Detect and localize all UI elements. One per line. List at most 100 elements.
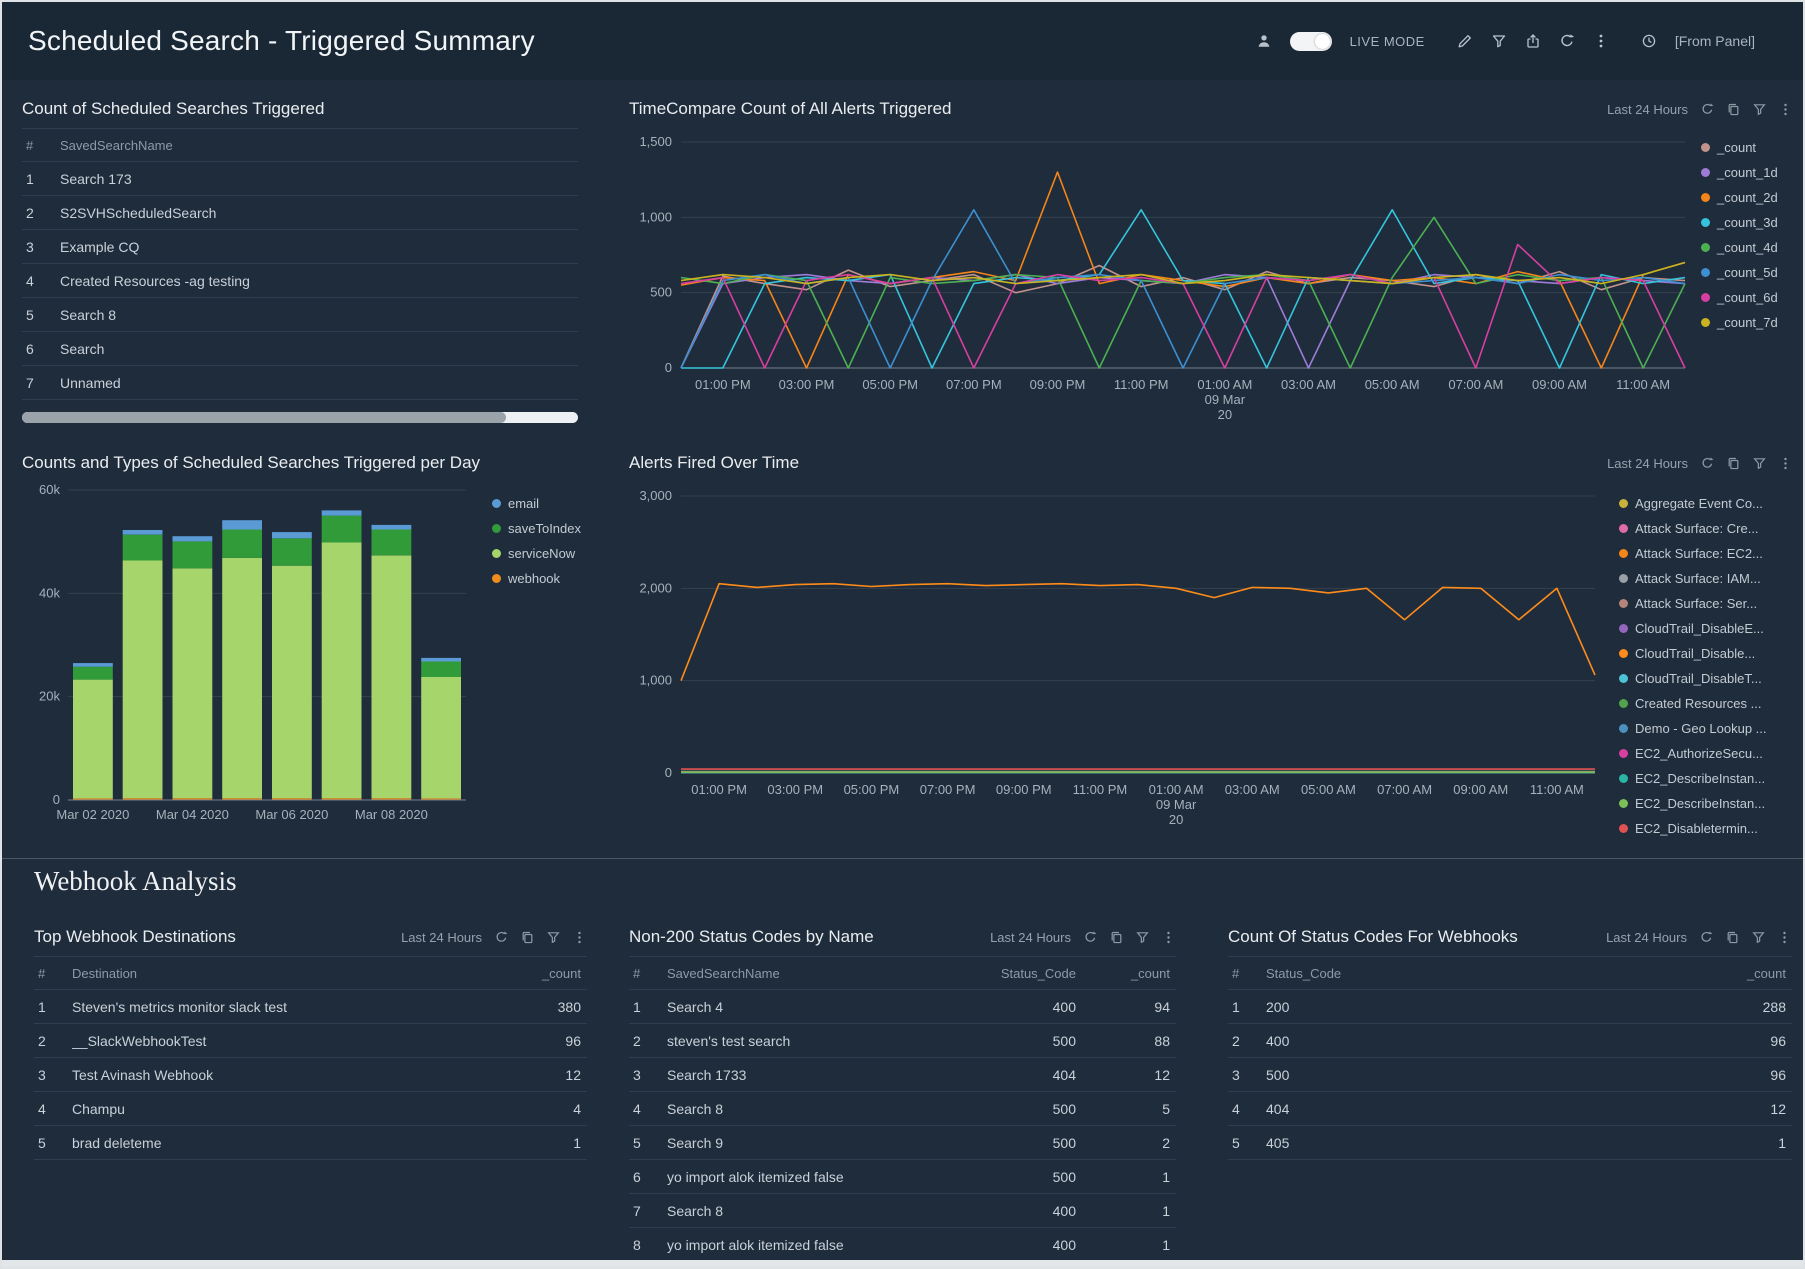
legend-item[interactable]: CloudTrail_DisableE... <box>1619 621 1787 636</box>
table-row[interactable]: 5brad deleteme1 <box>34 1126 587 1160</box>
refresh-icon[interactable] <box>1700 456 1715 471</box>
table-row[interactable]: 7Unnamed <box>22 366 578 400</box>
legend-item[interactable]: CloudTrail_DisableT... <box>1619 671 1787 686</box>
table-row[interactable]: 350096 <box>1228 1058 1792 1092</box>
legend-item[interactable]: Attack Surface: IAM... <box>1619 571 1787 586</box>
table-row[interactable]: 8yo import alok itemized false4001 <box>629 1228 1176 1262</box>
legend-item[interactable]: _count_6d <box>1701 290 1793 305</box>
table-cell: 288 <box>1698 999 1788 1015</box>
legend-item[interactable]: Aggregate Event Co... <box>1619 496 1787 511</box>
legend-item[interactable]: _count <box>1701 140 1793 155</box>
scrollbar-thumb[interactable] <box>22 412 506 423</box>
table-row[interactable]: 3Test Avinash Webhook12 <box>34 1058 587 1092</box>
legend-item[interactable]: saveToIndex <box>492 521 581 536</box>
table-row[interactable]: 240096 <box>1228 1024 1792 1058</box>
legend-swatch <box>1619 649 1628 658</box>
refresh-icon[interactable] <box>1083 930 1098 945</box>
funnel-icon[interactable] <box>1752 456 1767 471</box>
table-row[interactable]: 5Search 8 <box>22 298 578 332</box>
legend-item[interactable]: CloudTrail_Disable... <box>1619 646 1787 661</box>
table-cell: yo import alok itemized false <box>667 1169 964 1185</box>
table-row[interactable]: 54051 <box>1228 1126 1792 1160</box>
time-range[interactable]: Last 24 Hours <box>990 930 1071 945</box>
table-row[interactable]: 2__SlackWebhookTest96 <box>34 1024 587 1058</box>
table-row[interactable]: 2steven's test search50088 <box>629 1024 1176 1058</box>
svg-text:05:00 PM: 05:00 PM <box>844 782 900 797</box>
legend-item[interactable]: Attack Surface: Ser... <box>1619 596 1787 611</box>
export-icon[interactable] <box>1525 33 1541 49</box>
legend-item[interactable]: serviceNow <box>492 546 581 561</box>
kebab-icon[interactable] <box>572 930 587 945</box>
edit-icon[interactable] <box>1457 33 1473 49</box>
kebab-icon[interactable] <box>1161 930 1176 945</box>
table-row[interactable]: 6Search <box>22 332 578 366</box>
time-range[interactable]: Last 24 Hours <box>1606 930 1687 945</box>
table-cell: Created Resources -ag testing <box>60 273 574 289</box>
time-range[interactable]: Last 24 Hours <box>1607 102 1688 117</box>
copy-icon[interactable] <box>1109 930 1124 945</box>
table-row[interactable]: 2S2SVHScheduledSearch <box>22 196 578 230</box>
legend-item[interactable]: _count_2d <box>1701 190 1793 205</box>
user-icon[interactable] <box>1256 33 1272 49</box>
legend-item[interactable]: Created Resources ... <box>1619 696 1787 711</box>
live-mode-toggle[interactable] <box>1290 32 1332 51</box>
legend-item[interactable]: email <box>492 496 581 511</box>
legend-item[interactable]: _count_4d <box>1701 240 1793 255</box>
filter-icon[interactable] <box>1491 33 1507 49</box>
refresh-icon[interactable] <box>1559 33 1575 49</box>
bottom-scrollbar[interactable] <box>2 1260 1803 1267</box>
kebab-icon[interactable] <box>1777 930 1792 945</box>
legend-item[interactable]: Attack Surface: EC2... <box>1619 546 1787 561</box>
funnel-icon[interactable] <box>1752 102 1767 117</box>
table-row[interactable]: 3Example CQ <box>22 230 578 264</box>
copy-icon[interactable] <box>1726 456 1741 471</box>
legend-item[interactable]: webhook <box>492 571 581 586</box>
table-row[interactable]: 1200288 <box>1228 990 1792 1024</box>
table-cell: 400 <box>964 999 1084 1015</box>
table-row[interactable]: 3Search 173340412 <box>629 1058 1176 1092</box>
legend-swatch <box>1619 524 1628 533</box>
legend-item[interactable]: Attack Surface: Cre... <box>1619 521 1787 536</box>
table-row[interactable]: 7Search 84001 <box>629 1194 1176 1228</box>
funnel-icon[interactable] <box>546 930 561 945</box>
table-row[interactable]: 4Created Resources -ag testing <box>22 264 578 298</box>
copy-icon[interactable] <box>1726 102 1741 117</box>
legend-item[interactable]: _count_1d <box>1701 165 1793 180</box>
copy-icon[interactable] <box>1725 930 1740 945</box>
time-range[interactable]: Last 24 Hours <box>1607 456 1688 471</box>
table-row[interactable]: 4Search 85005 <box>629 1092 1176 1126</box>
legend-item[interactable]: EC2_Disabletermin... <box>1619 821 1787 836</box>
section-title: Webhook Analysis <box>34 866 237 897</box>
legend-swatch <box>1619 549 1628 558</box>
copy-icon[interactable] <box>520 930 535 945</box>
table-cell: yo import alok itemized false <box>667 1237 964 1253</box>
table-cell: 12 <box>493 1067 583 1083</box>
table-row[interactable]: 1Search 173 <box>22 162 578 196</box>
kebab-icon[interactable] <box>1778 456 1793 471</box>
legend-item[interactable]: EC2_DescribeInstan... <box>1619 771 1787 786</box>
time-icon[interactable] <box>1641 33 1657 49</box>
legend-item[interactable]: EC2_AuthorizeSecu... <box>1619 746 1787 761</box>
refresh-icon[interactable] <box>1700 102 1715 117</box>
horizontal-scrollbar[interactable] <box>22 412 578 423</box>
legend-item[interactable]: _count_3d <box>1701 215 1793 230</box>
kebab-icon[interactable] <box>1778 102 1793 117</box>
more-options-icon[interactable] <box>1593 33 1609 49</box>
table-cell: brad deleteme <box>72 1135 493 1151</box>
refresh-icon[interactable] <box>1699 930 1714 945</box>
legend-item[interactable]: _count_5d <box>1701 265 1793 280</box>
refresh-icon[interactable] <box>494 930 509 945</box>
funnel-icon[interactable] <box>1751 930 1766 945</box>
table-row[interactable]: 440412 <box>1228 1092 1792 1126</box>
legend-item[interactable]: _count_7d <box>1701 315 1793 330</box>
time-range[interactable]: Last 24 Hours <box>401 930 482 945</box>
table-row[interactable]: 1Steven's metrics monitor slack test380 <box>34 990 587 1024</box>
table-row[interactable]: 5Search 95002 <box>629 1126 1176 1160</box>
legend-item[interactable]: Demo - Geo Lookup ... <box>1619 721 1787 736</box>
funnel-icon[interactable] <box>1135 930 1150 945</box>
table-row[interactable]: 1Search 440094 <box>629 990 1176 1024</box>
svg-text:0: 0 <box>665 360 672 375</box>
legend-item[interactable]: EC2_DescribeInstan... <box>1619 796 1787 811</box>
table-row[interactable]: 6yo import alok itemized false5001 <box>629 1160 1176 1194</box>
table-row[interactable]: 4Champu4 <box>34 1092 587 1126</box>
